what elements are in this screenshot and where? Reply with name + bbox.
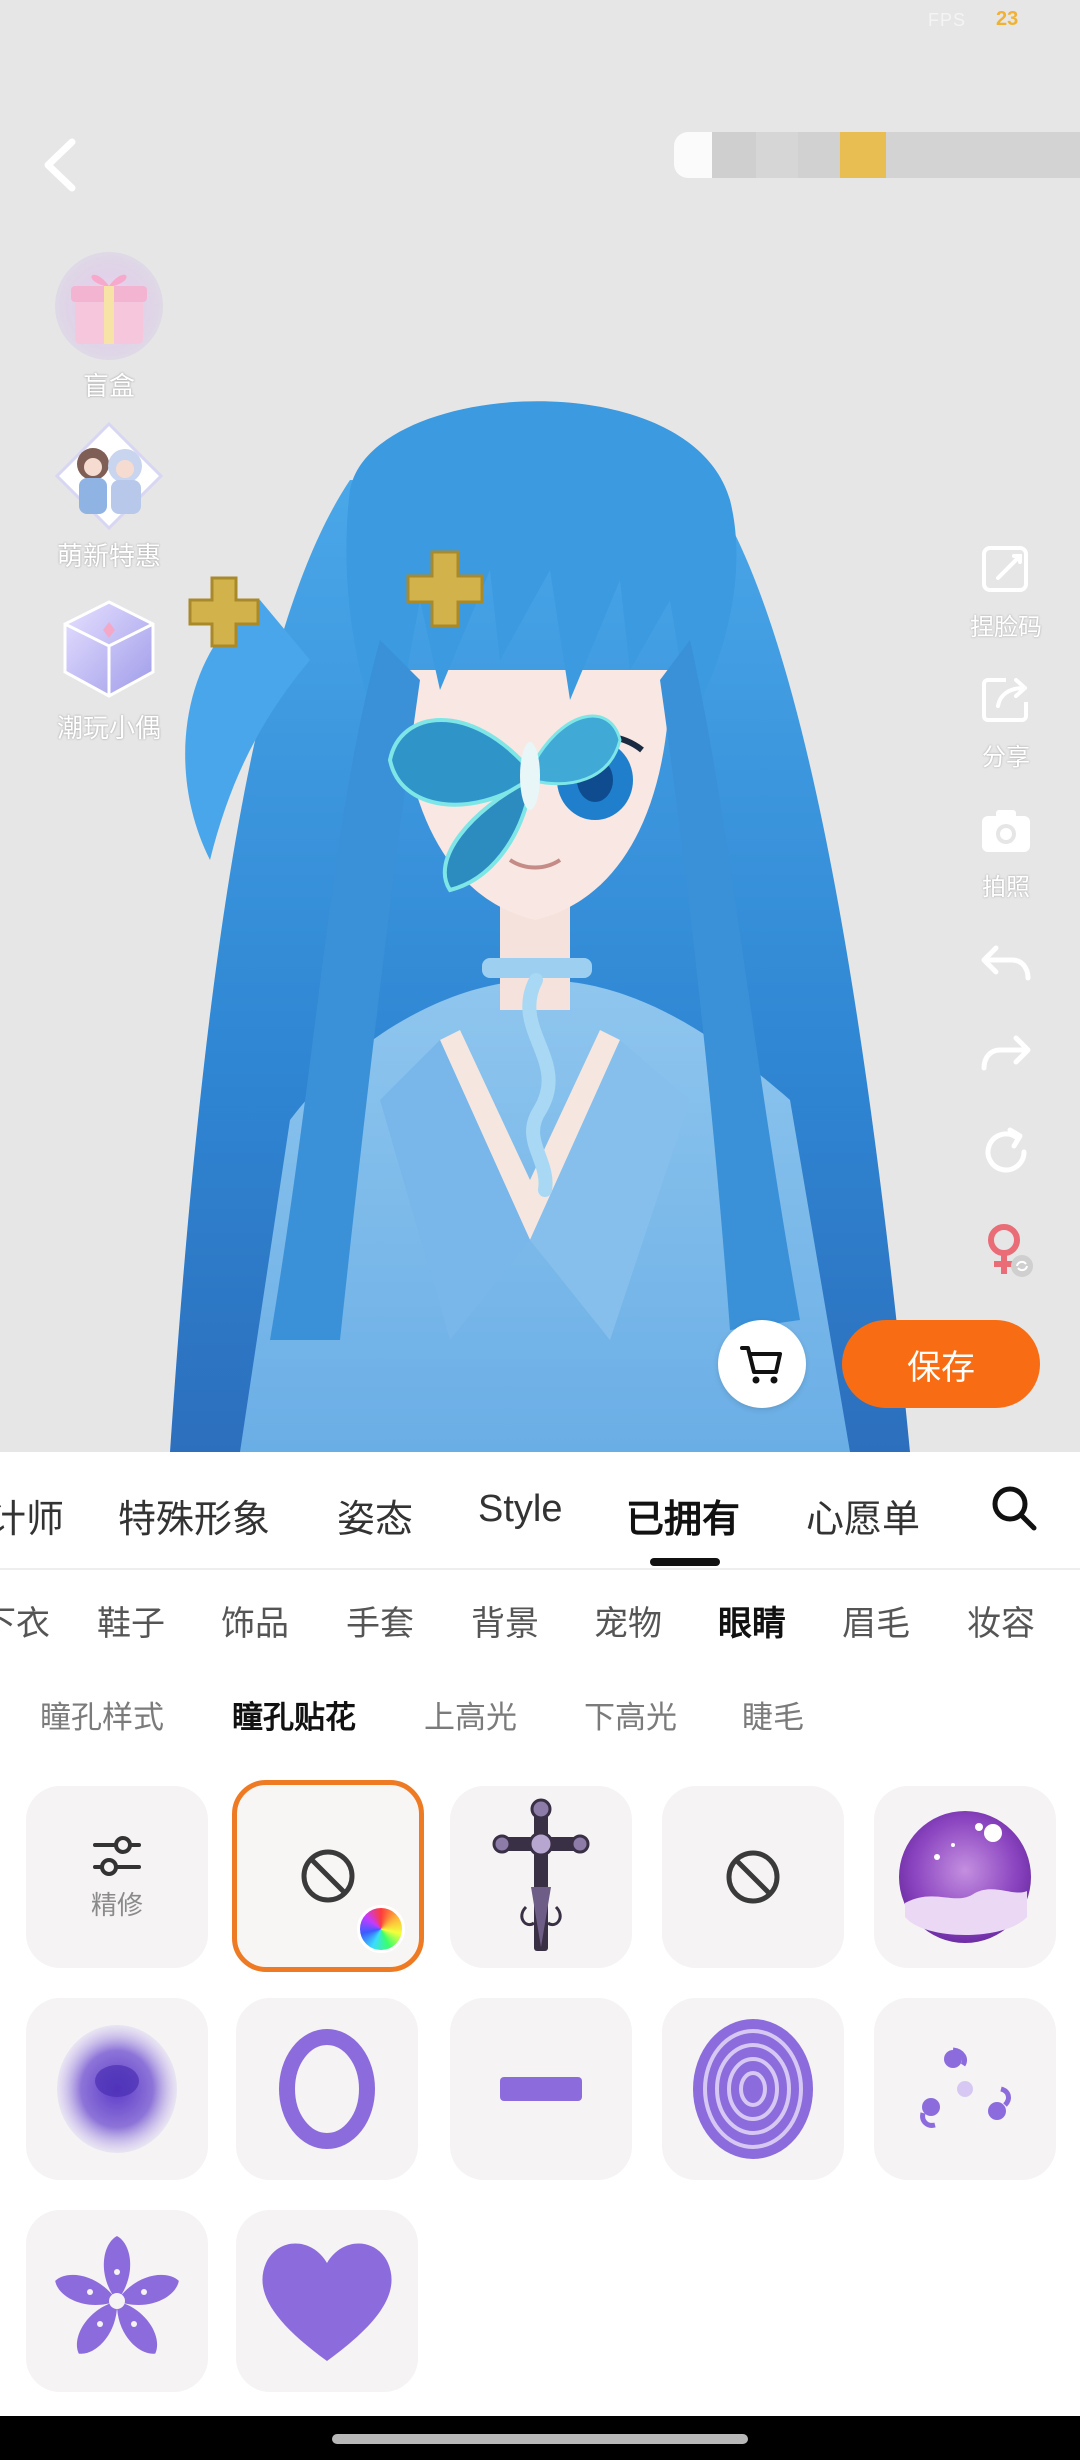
search-icon [992,1486,1037,1531]
tab-style[interactable]: Style [478,1488,562,1531]
photo-button[interactable]: 拍照 [958,800,1054,902]
tab-owned[interactable]: 已拥有 [626,1488,740,1543]
subtab-eyes[interactable]: 眼睛 [718,1596,786,1645]
color-swatch-strip [674,132,1080,178]
decal-none-selected[interactable] [232,1780,424,1972]
smoke-icon [57,2025,177,2153]
redo-button[interactable] [958,1024,1054,1089]
face-code-label: 捏脸码 [970,614,1042,641]
camera-icon [982,810,1030,852]
thirdtab-lower-highlight[interactable]: 下高光 [584,1692,677,1737]
dash-icon [500,2077,582,2101]
newbie-deal-icon [53,420,165,532]
reset-icon [985,1127,1027,1173]
avatar-scene[interactable]: FPS 23 盲盒 萌新特惠 潮玩小偶 捏脸码 分享 拍照 保存 [0,0,1080,1452]
figure-box-icon [53,592,165,704]
spiral-icon [693,2019,813,2159]
decal-heart[interactable] [236,2210,418,2392]
active-tab-indicator [650,1558,720,1566]
subtab-bottoms[interactable]: 下衣 [0,1596,50,1645]
chevron-left-icon [44,138,76,192]
decal-smoke[interactable] [26,1998,208,2180]
subtab-accessories[interactable]: 饰品 [221,1596,289,1645]
refine-tile[interactable]: 精修 [26,1786,208,1968]
decal-dash[interactable] [450,1998,632,2180]
gender-switch-button[interactable] [958,1220,1054,1285]
ring-icon [279,2029,375,2149]
redo-icon [981,1035,1031,1071]
tab-pose[interactable]: 姿态 [337,1488,413,1543]
cart-button[interactable] [718,1320,806,1408]
subtab-gloves[interactable]: 手套 [346,1596,414,1645]
fps-value: 23 [996,8,1019,30]
decal-cross[interactable] [450,1786,632,1968]
photo-label: 拍照 [982,874,1030,901]
ornate-cross-icon [492,1798,590,1951]
none-icon [301,1849,355,1903]
face-code-button[interactable]: 捏脸码 [958,540,1054,642]
subtab-shoes[interactable]: 鞋子 [97,1596,165,1645]
gender-female-icon [988,1224,1033,1277]
heart-icon [262,2243,392,2361]
avatar-character[interactable] [150,340,930,1452]
thirdtab-eyelashes[interactable]: 睫毛 [742,1692,804,1737]
subtab-makeup[interactable]: 妆容 [967,1596,1035,1645]
back-button[interactable] [34,130,90,200]
cart-icon [740,1346,782,1384]
app-root: FPS 23 盲盒 萌新特惠 潮玩小偶 捏脸码 分享 拍照 保存 计师 特殊形象… [0,0,1080,2460]
search-button[interactable] [988,1482,1040,1534]
undo-button[interactable] [958,934,1054,999]
subtab-eyebrows[interactable]: 眉毛 [842,1596,910,1645]
main-tab-bar: 计师 特殊形象 姿态 Style 已拥有 心愿单 [0,1452,1080,1570]
decal-none[interactable] [662,1786,844,1968]
sakura-icon [55,2236,179,2354]
thirdtab-upper-highlight[interactable]: 上高光 [424,1692,517,1737]
decal-galaxy[interactable] [874,1786,1056,1968]
face-code-icon [982,546,1028,592]
decal-ring[interactable] [236,1998,418,2180]
decal-tomoe[interactable] [874,1998,1056,2180]
share-button[interactable]: 分享 [958,670,1054,772]
adjust-sliders-icon [93,1835,141,1876]
share-label: 分享 [982,744,1030,771]
decal-spiral[interactable] [662,1998,844,2180]
tab-special-look[interactable]: 特殊形象 [118,1488,270,1543]
undo-icon [981,945,1031,981]
thirdtab-pupil-style[interactable]: 瞳孔样式 [40,1692,164,1737]
none-icon [726,1850,780,1904]
gift-box-icon [53,250,165,362]
subtab-background[interactable]: 背景 [471,1596,539,1645]
galaxy-icon [899,1811,1031,1943]
fps-label: FPS [928,10,967,30]
refine-label: 精修 [90,1889,143,1920]
thirdtab-pupil-decal[interactable]: 瞳孔贴花 [232,1692,356,1737]
save-button[interactable]: 保存 [842,1320,1040,1408]
share-icon [982,678,1028,722]
tab-designer[interactable]: 计师 [0,1488,64,1543]
tomoe-icon [920,2047,1011,2128]
subtab-pets[interactable]: 宠物 [594,1596,662,1645]
home-indicator[interactable] [332,2434,748,2444]
reset-button[interactable] [958,1122,1054,1187]
tab-wishlist[interactable]: 心愿单 [806,1488,920,1543]
customization-panel: 计师 特殊形象 姿态 Style 已拥有 心愿单 下衣 鞋子 饰品 手套 背景 … [0,1452,1080,2416]
decal-sakura[interactable] [26,2210,208,2392]
color-wheel-icon[interactable] [357,1905,405,1953]
